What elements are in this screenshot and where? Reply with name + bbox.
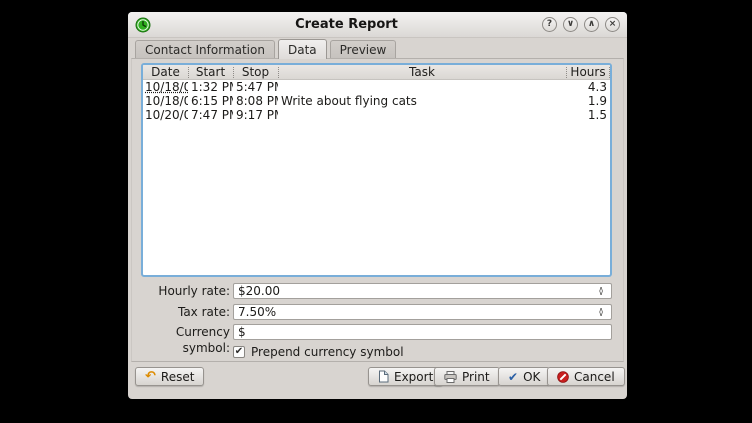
- tab-data[interactable]: Data: [278, 39, 327, 59]
- ok-button-label: OK: [523, 370, 540, 384]
- window-controls: ? ∨ ∧ ×: [542, 17, 620, 32]
- cell-task[interactable]: [278, 80, 566, 94]
- cell-stop[interactable]: 5:47 PM: [233, 80, 278, 94]
- cell-start[interactable]: 1:32 PM: [188, 80, 233, 94]
- cell-start[interactable]: 7:47 PM: [188, 108, 233, 122]
- cell-task[interactable]: [278, 108, 566, 122]
- titlebar[interactable]: Create Report ? ∨ ∧ ×: [128, 12, 627, 38]
- tab-contact-information[interactable]: Contact Information: [135, 40, 275, 58]
- print-button-label: Print: [462, 370, 490, 384]
- no-entry-icon: [557, 371, 569, 383]
- cell-date[interactable]: 10/18/08: [143, 94, 188, 108]
- cell-task[interactable]: Write about flying cats: [278, 94, 566, 108]
- help-button[interactable]: ?: [542, 17, 557, 32]
- table-row[interactable]: 10/18/08 6:15 PM 8:08 PM Write about fly…: [143, 94, 610, 108]
- maximize-button[interactable]: ∧: [584, 17, 599, 32]
- minimize-button[interactable]: ∨: [563, 17, 578, 32]
- prepend-currency-checkbox[interactable]: ✔: [233, 346, 245, 358]
- cell-start[interactable]: 6:15 PM: [188, 94, 233, 108]
- tab-preview[interactable]: Preview: [330, 40, 397, 58]
- cell-date[interactable]: 10/20/08: [143, 108, 188, 122]
- tax-rate-spin-arrows[interactable]: ∧ ∨: [594, 304, 608, 320]
- reset-button-label: Reset: [161, 370, 195, 384]
- table-row[interactable]: 10/18/08 1:32 PM 5:47 PM 4.3: [143, 80, 610, 94]
- export-button-label: Export: [394, 370, 433, 384]
- cancel-button[interactable]: Cancel: [547, 367, 625, 386]
- document-export-icon: [378, 370, 389, 383]
- create-report-dialog: Create Report ? ∨ ∧ × Contact Informatio…: [128, 12, 627, 399]
- cell-hours[interactable]: 1.9: [566, 94, 610, 108]
- close-button[interactable]: ×: [605, 17, 620, 32]
- column-header-stop[interactable]: Stop: [233, 65, 278, 80]
- prepend-currency-label: Prepend currency symbol: [251, 345, 404, 359]
- spin-down-icon[interactable]: ∨: [598, 312, 603, 316]
- reset-button[interactable]: ↶ Reset: [135, 367, 204, 386]
- hourly-rate-spin-arrows[interactable]: ∧ ∨: [594, 283, 608, 299]
- cell-date[interactable]: 10/18/08: [145, 80, 188, 94]
- export-button[interactable]: Export: [368, 367, 443, 386]
- column-header-date[interactable]: Date: [143, 65, 188, 80]
- window-title: Create Report: [151, 17, 542, 32]
- column-header-hours[interactable]: Hours: [566, 65, 610, 80]
- table-header-row: Date Start Stop Task Hours: [143, 65, 610, 80]
- cell-stop[interactable]: 9:17 PM: [233, 108, 278, 122]
- spin-down-icon[interactable]: ∨: [598, 291, 603, 295]
- tax-rate-spinbox[interactable]: [233, 304, 612, 320]
- check-icon: ✔: [508, 371, 518, 383]
- column-header-task[interactable]: Task: [278, 65, 566, 80]
- printer-icon: [444, 371, 457, 383]
- tab-bar: Contact Information Data Preview: [135, 40, 399, 59]
- cancel-button-label: Cancel: [574, 370, 615, 384]
- currency-symbol-label: Currency symbol:: [133, 324, 230, 340]
- app-clock-icon: [135, 17, 151, 33]
- hourly-rate-spinbox[interactable]: [233, 283, 612, 299]
- currency-symbol-input[interactable]: [233, 324, 612, 340]
- prepend-currency-checkbox-row[interactable]: ✔ Prepend currency symbol: [233, 345, 404, 359]
- undo-arrow-icon: ↶: [145, 370, 156, 383]
- time-entries-table[interactable]: Date Start Stop Task Hours 10/18/08 1:32…: [141, 63, 612, 277]
- tax-rate-label: Tax rate:: [133, 304, 230, 320]
- hourly-rate-label: Hourly rate:: [133, 283, 230, 299]
- cell-stop[interactable]: 8:08 PM: [233, 94, 278, 108]
- checkmark-icon: ✔: [235, 347, 243, 357]
- ok-button[interactable]: ✔ OK: [498, 367, 550, 386]
- column-header-start[interactable]: Start: [188, 65, 233, 80]
- table-row[interactable]: 10/20/08 7:47 PM 9:17 PM 1.5: [143, 108, 610, 122]
- print-button[interactable]: Print: [434, 367, 500, 386]
- cell-hours[interactable]: 4.3: [566, 80, 610, 94]
- cell-hours[interactable]: 1.5: [566, 108, 610, 122]
